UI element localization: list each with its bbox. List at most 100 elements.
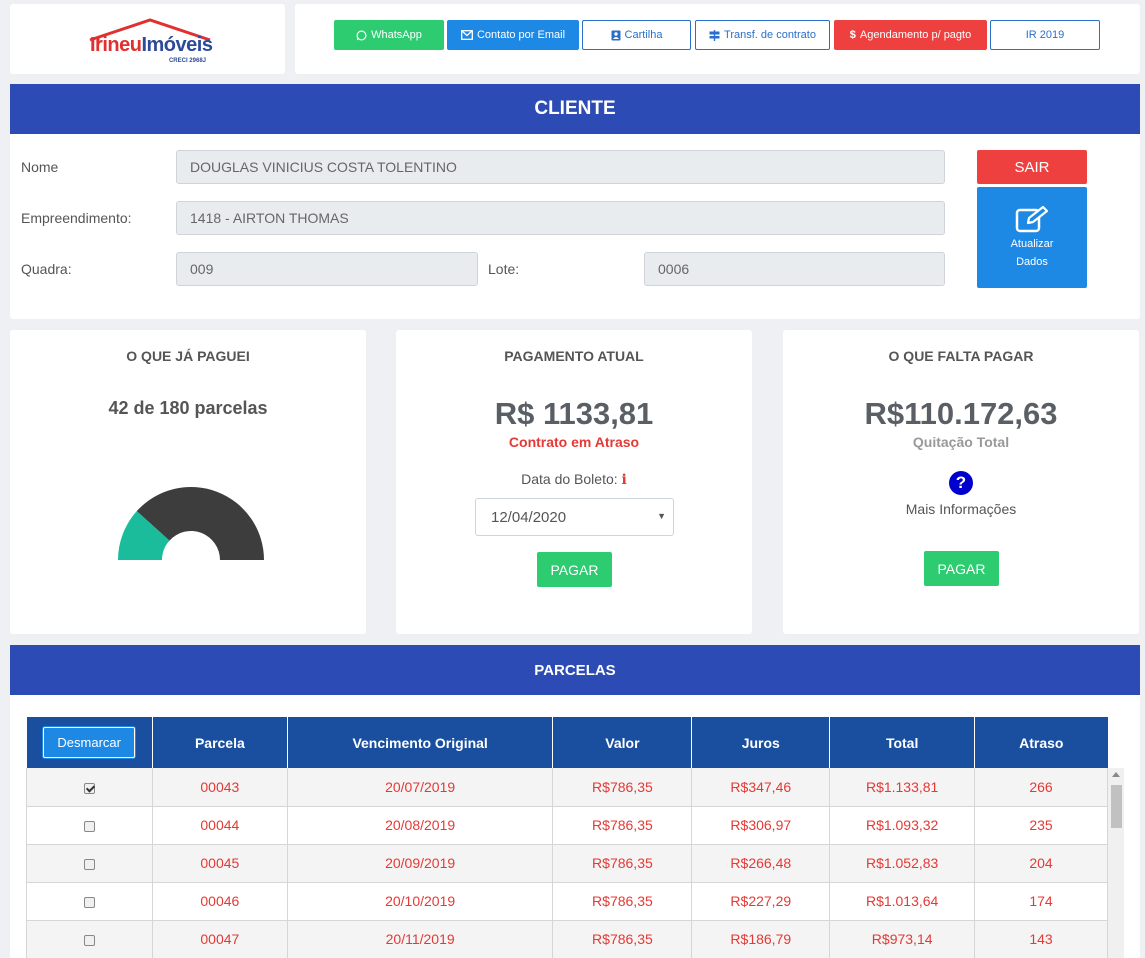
table-row[interactable]: 00043 20/07/2019 R$786,35 R$347,46 R$1.133,8…: [26, 768, 1108, 807]
cartilha-button[interactable]: Cartilha: [582, 20, 691, 50]
remaining-title: O QUE FALTA PAGAR: [888, 348, 1034, 364]
select-column-header: Desmarcar: [26, 717, 153, 768]
row-checkbox[interactable]: [83, 782, 95, 794]
cliente-title: CLIENTE: [534, 98, 616, 119]
paid-summary-card: O QUE JÁ PAGUEI 42 de 180 parcelas: [10, 330, 366, 634]
row-checkbox[interactable]: [83, 896, 95, 908]
quadra-field[interactable]: 009: [176, 252, 478, 286]
row-checkbox[interactable]: [83, 934, 95, 946]
boleto-date-value: 12/04/2020: [491, 508, 567, 526]
row-checkbox[interactable]: [83, 858, 95, 870]
info-icon[interactable]: i: [622, 472, 627, 488]
parcels-paid-text: 42 de 180 parcelas: [108, 398, 268, 418]
cell-valor: R$786,35: [552, 844, 693, 883]
column-header: Juros: [691, 717, 831, 768]
logo-text: IrineuImóveis: [90, 34, 213, 56]
envelope-icon: [461, 30, 473, 40]
whatsapp-label: WhatsApp: [371, 29, 422, 41]
dollar-icon: $: [849, 29, 856, 41]
update-data-button[interactable]: Atualizar Dados: [977, 187, 1087, 288]
cell-vencimento: 20/09/2019: [287, 844, 554, 883]
paid-title: O QUE JÁ PAGUEI: [126, 348, 250, 364]
cell-atraso: 204: [974, 844, 1108, 883]
cell-parcela: 00045: [152, 844, 288, 883]
lote-label: Lote:: [488, 261, 520, 277]
sair-button[interactable]: SAIR: [977, 150, 1087, 184]
cell-parcela: 00043: [152, 768, 288, 807]
cell-juros: R$347,46: [691, 768, 831, 807]
schedule-payment-label: Agendamento p/ pagto: [859, 29, 972, 41]
lote-field[interactable]: 0006: [644, 252, 945, 286]
row-select-cell: [26, 844, 153, 883]
cell-valor: R$786,35: [552, 920, 693, 958]
uncheck-all-button[interactable]: Desmarcar: [43, 727, 135, 758]
nome-field[interactable]: DOUGLAS VINICIUS COSTA TOLENTINO: [176, 150, 945, 184]
transfer-contract-label: Transf. de contrato: [724, 29, 816, 41]
current-payment-amount: R$ 1133,81: [494, 396, 654, 431]
pay-current-button[interactable]: PAGAR: [537, 552, 612, 587]
pay-remaining-button[interactable]: PAGAR: [924, 551, 999, 586]
row-checkbox[interactable]: [83, 820, 95, 832]
more-info-link[interactable]: Mais Informações: [783, 501, 1139, 517]
email-contact-button[interactable]: Contato por Email: [447, 20, 579, 50]
column-header: Valor: [552, 717, 693, 768]
cell-atraso: 174: [974, 882, 1108, 921]
company-logo[interactable]: IrineuImóveis CRECI 2968J: [88, 18, 213, 70]
table-row[interactable]: 00044 20/08/2019 R$786,35 R$306,97 R$1.093,3…: [26, 806, 1108, 845]
transfer-contract-button[interactable]: Transf. de contrato: [695, 20, 830, 50]
ir-2019-button[interactable]: IR 2019: [990, 20, 1100, 50]
cell-juros: R$266,48: [691, 844, 831, 883]
cell-total: R$1.133,81: [829, 768, 976, 807]
nav-card: WhatsApp Contato por Email Cartilha Tran…: [295, 4, 1140, 74]
quadra-label: Quadra:: [21, 261, 72, 277]
cell-valor: R$786,35: [552, 806, 693, 845]
scrollbar-thumb[interactable]: [1111, 785, 1122, 828]
signpost-icon: [709, 29, 720, 41]
row-select-cell: [26, 806, 153, 845]
table-row[interactable]: 00046 20/10/2019 R$786,35 R$227,29 R$1.013,6…: [26, 882, 1108, 921]
cell-vencimento: 20/08/2019: [287, 806, 554, 845]
update-data-line1: Atualizar: [1010, 237, 1054, 250]
table-scrollbar[interactable]: [1108, 768, 1124, 958]
cell-vencimento: 20/07/2019: [287, 768, 554, 807]
whatsapp-icon: [356, 30, 367, 40]
cell-juros: R$306,97: [691, 806, 831, 845]
whatsapp-button[interactable]: WhatsApp: [334, 20, 444, 50]
cell-valor: R$786,35: [552, 768, 693, 807]
cell-atraso: 143: [974, 920, 1108, 958]
empreendimento-field[interactable]: 1418 - AIRTON THOMAS: [176, 201, 945, 235]
parcelas-table-card: Desmarcar Parcela Vencimento Original Va…: [10, 695, 1140, 958]
table-row[interactable]: 00047 20/11/2019 R$786,35 R$186,79 R$973,14 1…: [26, 920, 1108, 958]
table-row[interactable]: 00045 20/09/2019 R$786,35 R$266,48 R$1.052,8…: [26, 844, 1108, 883]
schedule-payment-button[interactable]: $ Agendamento p/ pagto: [834, 20, 987, 50]
scroll-up-icon[interactable]: [1112, 772, 1120, 777]
remaining-amount: R$110.172,63: [864, 396, 1058, 431]
dropdown-arrow-icon: ▼: [657, 511, 666, 521]
cliente-section-header: CLIENTE: [10, 84, 1140, 134]
address-book-icon: [611, 30, 621, 40]
cell-total: R$1.093,32: [829, 806, 976, 845]
cell-juros: R$186,79: [691, 920, 831, 958]
row-select-cell: [26, 768, 153, 807]
row-select-cell: [26, 882, 153, 921]
sair-label: SAIR: [1014, 158, 1050, 176]
client-form: Nome DOUGLAS VINICIUS COSTA TOLENTINO Em…: [10, 134, 1140, 319]
current-payment-title: PAGAMENTO ATUAL: [504, 348, 644, 364]
edit-icon: [1015, 205, 1049, 232]
cell-total: R$1.052,83: [829, 844, 976, 883]
contract-status: Contrato em Atraso: [508, 434, 640, 450]
boleto-date-label-text: Data do Boleto:: [521, 471, 618, 487]
cell-total: R$973,14: [829, 920, 976, 958]
cell-vencimento: 20/10/2019: [287, 882, 554, 921]
boleto-date-select[interactable]: 12/04/2020 ▼: [475, 498, 674, 536]
logo-creci: CRECI 2968J: [168, 58, 206, 64]
column-header: Atraso: [974, 717, 1108, 768]
cell-juros: R$227,29: [691, 882, 831, 921]
logo-card: IrineuImóveis CRECI 2968J: [10, 4, 285, 74]
row-select-cell: [26, 920, 153, 958]
column-header: Vencimento Original: [287, 717, 554, 768]
parcelas-title: PARCELAS: [534, 661, 616, 679]
cell-valor: R$786,35: [552, 882, 693, 921]
question-icon[interactable]: ?: [949, 471, 973, 495]
cell-atraso: 266: [974, 768, 1108, 807]
